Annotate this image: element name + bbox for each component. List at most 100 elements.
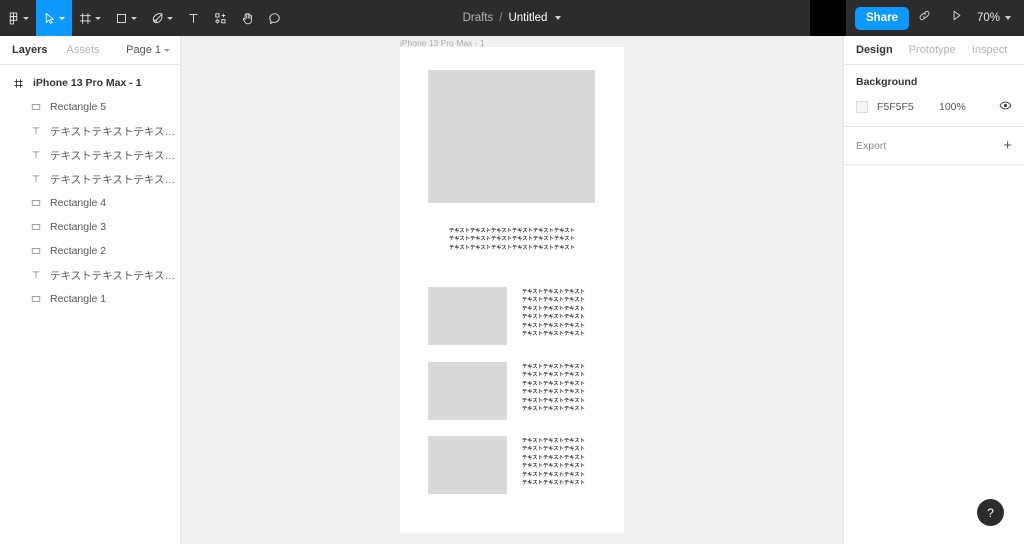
avatar[interactable] — [810, 0, 846, 36]
rectangle-icon — [28, 222, 43, 232]
page-selector-label: Page 1 — [126, 44, 161, 56]
right-panel-tabs: Design Prototype Inspect — [844, 36, 1024, 65]
frame-tool-icon — [79, 12, 92, 25]
layer-row-frame[interactable]: iPhone 13 Pro Max - 1 — [0, 71, 180, 95]
figma-menu-button[interactable] — [0, 0, 36, 36]
card-body-text[interactable]: テキストテキストテキスト テキストテキストテキスト テキストテキストテキスト テ… — [522, 436, 585, 488]
export-section: Export + — [844, 127, 1024, 165]
play-icon — [950, 9, 963, 27]
background-section-title: Background — [856, 76, 918, 88]
hand-tool-button[interactable] — [234, 0, 261, 36]
card-body-text[interactable]: テキストテキストテキスト テキストテキストテキスト テキストテキストテキスト テ… — [522, 362, 585, 414]
artboard-iphone-13-pro-max[interactable]: テキストテキストテキストテキストテキストテキスト テキストテキストテキストテキス… — [400, 47, 624, 533]
visibility-toggle[interactable] — [999, 99, 1012, 115]
tab-prototype[interactable]: Prototype — [909, 44, 956, 56]
layer-name: Rectangle 4 — [50, 197, 107, 209]
layer-name: Rectangle 2 — [50, 245, 107, 257]
list-item[interactable]: テキストテキストテキスト テキストテキストテキスト テキストテキストテキスト テ… — [428, 362, 624, 420]
layer-row-text-2[interactable]: テキストテキストテキスト テキ... — [0, 143, 180, 167]
background-section: Background F5F5F5 100% — [844, 65, 1024, 127]
list-item[interactable]: テキストテキストテキスト テキストテキストテキスト テキストテキストテキスト テ… — [428, 436, 624, 494]
background-opacity-value[interactable]: 100% — [939, 101, 966, 113]
pen-tool-icon — [151, 12, 164, 25]
card-image-placeholder[interactable] — [428, 362, 507, 420]
present-button[interactable] — [941, 0, 973, 36]
hero-image-placeholder[interactable] — [428, 70, 595, 203]
frame-icon — [11, 78, 26, 89]
figma-app-window: Drafts / Untitled Share 70% Layers Asset… — [0, 0, 1024, 544]
chevron-down-icon[interactable] — [555, 16, 562, 20]
move-tool-button[interactable] — [36, 0, 72, 36]
breadcrumb-file-name[interactable]: Untitled — [508, 12, 547, 24]
list-item[interactable]: テキストテキストテキスト テキストテキストテキスト テキストテキストテキスト テ… — [428, 287, 624, 345]
add-export-button[interactable]: + — [1003, 138, 1012, 153]
comment-tool-button[interactable] — [261, 0, 288, 36]
pen-tool-button[interactable] — [144, 0, 180, 36]
breadcrumb-project[interactable]: Drafts — [463, 12, 494, 24]
layer-row-text-3[interactable]: テキストテキストテキスト テキ... — [0, 167, 180, 191]
zoom-level-label: 70% — [976, 12, 1000, 24]
rectangle-tool-icon — [115, 12, 128, 25]
left-panel-tabs: Layers Assets Page 1 — [0, 36, 180, 65]
right-sidebar: Design Prototype Inspect Background F5F5… — [843, 36, 1024, 544]
frame-tool-button[interactable] — [72, 0, 108, 36]
layer-row-rectangle-2[interactable]: Rectangle 2 — [0, 239, 180, 263]
share-button[interactable]: Share — [855, 6, 909, 30]
text-icon — [28, 174, 43, 184]
hero-caption-text[interactable]: テキストテキストテキストテキストテキストテキスト テキストテキストテキストテキス… — [408, 227, 616, 252]
background-fill-row: F5F5F5 100% — [856, 99, 1012, 115]
card-body-text[interactable]: テキストテキストテキスト テキストテキストテキスト テキストテキストテキスト テ… — [522, 287, 585, 339]
zoom-control[interactable]: 70% — [973, 12, 1024, 24]
page-selector[interactable]: Page 1 — [126, 44, 170, 56]
rectangle-icon — [28, 198, 43, 208]
eye-icon — [999, 99, 1012, 115]
toolbar-tool-group — [0, 0, 288, 36]
background-hex-value[interactable]: F5F5F5 — [877, 101, 939, 113]
layer-name: テキストテキストテキスト テキ... — [50, 149, 176, 162]
export-label: Export — [856, 139, 887, 152]
chevron-down-icon — [131, 16, 137, 20]
help-button[interactable]: ? — [977, 499, 1004, 526]
chevron-down-icon — [164, 48, 170, 52]
layer-name: テキストテキストテキスト テキ... — [50, 173, 176, 186]
layer-row-rectangle-3[interactable]: Rectangle 3 — [0, 215, 180, 239]
layer-row-text-1[interactable]: テキストテキストテキスト テキ... — [0, 119, 180, 143]
color-swatch[interactable] — [856, 101, 868, 113]
move-tool-icon — [43, 12, 56, 25]
comment-tool-icon — [268, 12, 281, 25]
link-icon — [918, 9, 931, 27]
tab-inspect[interactable]: Inspect — [972, 44, 1007, 56]
hand-tool-icon — [241, 12, 254, 25]
layer-row-rectangle-4[interactable]: Rectangle 4 — [0, 191, 180, 215]
chevron-down-icon — [59, 16, 65, 20]
breadcrumb-separator: / — [499, 12, 503, 24]
components-tool-button[interactable] — [207, 0, 234, 36]
tab-design[interactable]: Design — [856, 44, 893, 56]
layer-name: Rectangle 3 — [50, 221, 107, 233]
rectangle-icon — [28, 246, 43, 256]
text-icon — [28, 270, 43, 280]
rectangle-icon — [28, 294, 43, 304]
tab-layers[interactable]: Layers — [12, 44, 47, 56]
layer-list: iPhone 13 Pro Max - 1 Rectangle 5 テキストテキ… — [0, 65, 180, 311]
top-toolbar: Drafts / Untitled Share 70% — [0, 0, 1024, 36]
rectangle-tool-button[interactable] — [108, 0, 144, 36]
layer-row-text-4[interactable]: テキストテキストテキストテキ... — [0, 263, 180, 287]
chevron-down-icon — [167, 16, 173, 20]
layer-row-rectangle-5[interactable]: Rectangle 5 — [0, 95, 180, 119]
tab-assets[interactable]: Assets — [66, 44, 99, 56]
layer-name: iPhone 13 Pro Max - 1 — [33, 77, 142, 89]
components-tool-icon — [214, 12, 227, 25]
chevron-down-icon — [95, 16, 101, 20]
layer-name: Rectangle 1 — [50, 293, 107, 305]
card-image-placeholder[interactable] — [428, 287, 507, 345]
figma-logo-icon — [7, 12, 20, 25]
layer-name: テキストテキストテキストテキ... — [50, 269, 176, 282]
chevron-down-icon — [23, 16, 29, 20]
layer-name: テキストテキストテキスト テキ... — [50, 125, 176, 138]
card-image-placeholder[interactable] — [428, 436, 507, 494]
text-tool-button[interactable] — [180, 0, 207, 36]
layer-row-rectangle-1[interactable]: Rectangle 1 — [0, 287, 180, 311]
canvas-area[interactable]: iPhone 13 Pro Max - 1 テキストテキストテキストテキストテキ… — [181, 36, 843, 544]
copy-link-button[interactable] — [909, 0, 941, 36]
